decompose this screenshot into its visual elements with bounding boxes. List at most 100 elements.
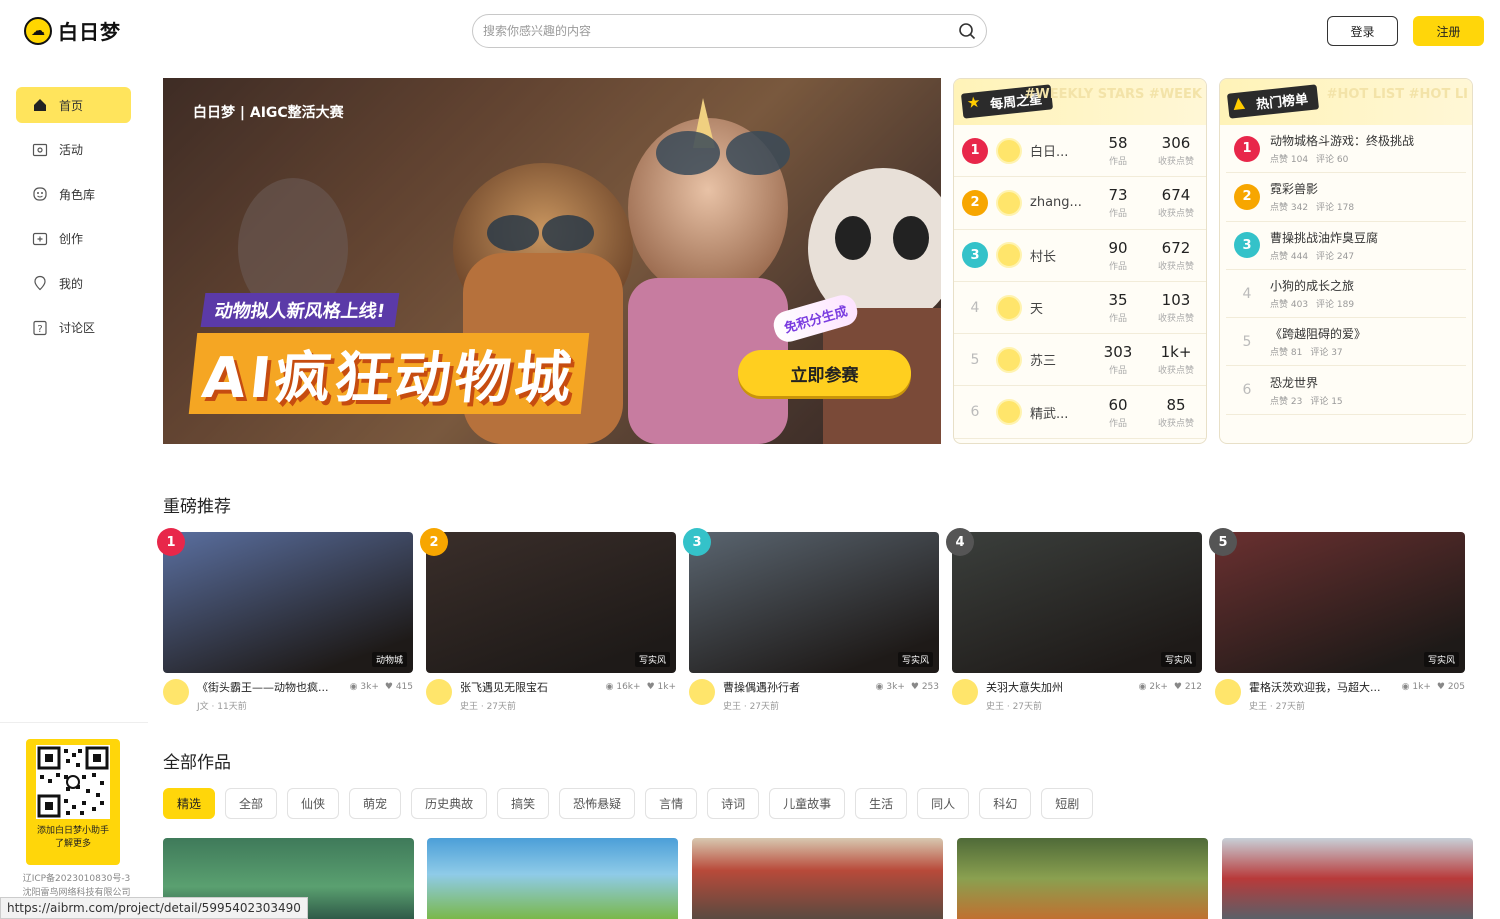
logo-text: 白日梦: [58, 20, 121, 44]
featured-thumbnail[interactable]: 写实风: [952, 532, 1202, 673]
featured-card[interactable]: 4 写实风 关羽大意失加州 ◉ 2k+ ♥ 212 史王 · 27天前: [946, 528, 1202, 712]
weekly-star-row[interactable]: 5 苏三 303 作品 1k+ 收获点赞: [954, 334, 1206, 387]
hot-list-row[interactable]: 3 曹操挑战油炸臭豆腐 点赞 444 评论 247: [1226, 222, 1466, 270]
assistant-qr-card[interactable]: 添加白日梦小助手 了解更多: [26, 739, 120, 865]
filter-chip[interactable]: 历史典故: [411, 788, 488, 819]
featured-title[interactable]: 关羽大意失加州: [986, 679, 1133, 695]
filter-chip[interactable]: 科幻: [979, 788, 1032, 819]
logo[interactable]: ☁ 白日梦: [24, 16, 121, 45]
avatar[interactable]: [996, 242, 1022, 269]
hot-item-title[interactable]: 小狗的成长之旅: [1270, 277, 1362, 294]
user-name[interactable]: 精武...: [1030, 403, 1086, 422]
comments-count: 评论 15: [1310, 396, 1343, 407]
search-bar[interactable]: [472, 14, 987, 48]
heart-icon: ♥: [1436, 682, 1445, 692]
works-label: 作品: [1108, 209, 1127, 220]
sidebar-item-create[interactable]: 创作: [16, 221, 131, 257]
filter-chip[interactable]: 诗词: [707, 788, 760, 819]
search-input[interactable]: [483, 24, 958, 38]
featured-card[interactable]: 3 写实风 曹操偶遇孙行者 ◉ 3k+ ♥ 253 史王 · 27天前: [683, 528, 939, 712]
qr-code-image: [36, 745, 110, 819]
likes-count: 85: [1166, 395, 1186, 414]
filter-chip[interactable]: 言情: [645, 788, 698, 819]
featured-card[interactable]: 5 写实风 霍格沃茨欢迎我，马超大... ◉ 1k+ ♥ 205 史王 · 27天前: [1209, 528, 1465, 712]
avatar[interactable]: [996, 189, 1022, 216]
hot-list-row[interactable]: 1 动物城格斗游戏：终极挑战 点赞 104 评论 60: [1226, 125, 1466, 174]
filter-chip[interactable]: 精选: [163, 788, 216, 819]
featured-card[interactable]: 2 写实风 张飞遇见无限宝石 ◉ 16k+ ♥ 1k+ 史王 · 27天前: [420, 528, 676, 712]
hero-banner[interactable]: 白日梦 | AIGC整活大赛 动物拟人新风格上线! AI疯狂动物城 免积分生成 …: [163, 78, 941, 444]
search-icon[interactable]: [958, 22, 976, 40]
filter-chip[interactable]: 搞笑: [497, 788, 550, 819]
work-card[interactable]: [1222, 838, 1473, 919]
featured-title[interactable]: 《街头霸王——动物也疯...: [197, 679, 344, 695]
user-name[interactable]: 村长: [1030, 246, 1086, 265]
style-tag: 写实风: [897, 652, 933, 667]
weekly-star-row[interactable]: 1 白日... 58 作品 306 收获点赞: [954, 125, 1206, 178]
filter-chip[interactable]: 萌宠: [349, 788, 402, 819]
user-name[interactable]: 天: [1030, 298, 1086, 317]
register-button[interactable]: 注册: [1413, 16, 1484, 46]
work-card[interactable]: [427, 838, 678, 919]
hot-item-title[interactable]: 霓彩兽影: [1270, 180, 1362, 197]
filter-chip[interactable]: 全部: [225, 788, 278, 819]
work-card[interactable]: [692, 838, 943, 919]
featured-thumbnail[interactable]: 写实风: [1215, 532, 1465, 673]
likes-label: 收获点赞: [1157, 314, 1194, 325]
hot-list-row[interactable]: 4 小狗的成长之旅 点赞 403 评论 189: [1226, 270, 1466, 319]
featured-thumbnail[interactable]: 写实风: [426, 532, 676, 673]
avatar[interactable]: [689, 679, 715, 705]
rank-badge: 1: [1234, 135, 1260, 162]
rank-badge: 3: [1234, 232, 1260, 259]
filter-chip[interactable]: 生活: [855, 788, 908, 819]
hot-item-title[interactable]: 《跨越阻碍的爱》: [1270, 325, 1366, 342]
hot-list-row[interactable]: 2 霓彩兽影 点赞 342 评论 178: [1226, 173, 1466, 222]
featured-thumbnail[interactable]: 写实风: [689, 532, 939, 673]
user-name[interactable]: zhang...: [1030, 195, 1086, 210]
sidebar-item-home[interactable]: 首页: [16, 87, 131, 123]
avatar[interactable]: [996, 137, 1022, 164]
sidebar-item-activity[interactable]: 活动: [16, 132, 131, 168]
weekly-star-row[interactable]: 2 zhang... 73 作品 674 收获点赞: [954, 177, 1206, 230]
author-time: 史王 · 27天前: [460, 702, 517, 712]
style-tag: 写实风: [1160, 652, 1196, 667]
filter-chip[interactable]: 短剧: [1041, 788, 1094, 819]
author-time: J文 · 11天前: [197, 702, 247, 712]
hot-list-row[interactable]: 6 恐龙世界 点赞 23 评论 15: [1226, 366, 1466, 415]
weekly-star-row[interactable]: 3 村长 90 作品 672 收获点赞: [954, 230, 1206, 282]
join-contest-button[interactable]: 立即参赛: [738, 350, 911, 396]
avatar[interactable]: [1215, 679, 1241, 705]
featured-card[interactable]: 1 动物城 《街头霸王——动物也疯... ◉ 3k+ ♥ 415 J文 · 11天前: [157, 528, 413, 712]
icp-number[interactable]: 辽ICP备2023010830号-3: [14, 872, 139, 886]
login-button[interactable]: 登录: [1327, 16, 1398, 46]
user-name[interactable]: 苏三: [1030, 350, 1086, 369]
avatar[interactable]: [952, 679, 978, 705]
filter-chip[interactable]: 仙侠: [287, 788, 340, 819]
filter-chip[interactable]: 同人: [917, 788, 970, 819]
avatar[interactable]: [996, 346, 1022, 373]
avatar[interactable]: [163, 679, 189, 705]
avatar[interactable]: [996, 399, 1022, 426]
featured-title[interactable]: 张飞遇见无限宝石: [460, 679, 600, 695]
avatar[interactable]: [996, 294, 1022, 321]
sidebar-item-characters[interactable]: 角色库: [16, 176, 131, 212]
icp-info: 辽ICP备2023010830号-3 沈阳雷鸟网络科技有限公司: [14, 872, 139, 900]
hot-item-title[interactable]: 恐龙世界: [1270, 374, 1351, 391]
featured-title[interactable]: 霍格沃茨欢迎我，马超大...: [1249, 679, 1396, 695]
sidebar-item-profile[interactable]: 我的: [16, 265, 131, 301]
hot-item-title[interactable]: 动物城格斗游戏：终极挑战: [1270, 132, 1414, 149]
weekly-star-row[interactable]: 6 精武... 60 作品 85 收获点赞: [954, 386, 1206, 439]
featured-title[interactable]: 曹操偶遇孙行者: [723, 679, 870, 695]
user-name[interactable]: 白日...: [1030, 141, 1086, 160]
hot-item-title[interactable]: 曹操挑战油炸臭豆腐: [1270, 229, 1378, 246]
rank-badge: 1: [962, 137, 988, 164]
work-card[interactable]: [957, 838, 1208, 919]
banner-title: AI疯狂动物城: [188, 333, 590, 414]
weekly-star-row[interactable]: 4 天 35 作品 103 收获点赞: [954, 282, 1206, 335]
filter-chip[interactable]: 恐怖悬疑: [559, 788, 636, 819]
filter-chip[interactable]: 儿童故事: [769, 788, 846, 819]
hot-list-row[interactable]: 5 《跨越阻碍的爱》 点赞 81 评论 37: [1226, 318, 1466, 367]
featured-thumbnail[interactable]: 动物城: [163, 532, 413, 673]
sidebar-item-discussion[interactable]: ? 讨论区: [16, 310, 131, 346]
avatar[interactable]: [426, 679, 452, 705]
